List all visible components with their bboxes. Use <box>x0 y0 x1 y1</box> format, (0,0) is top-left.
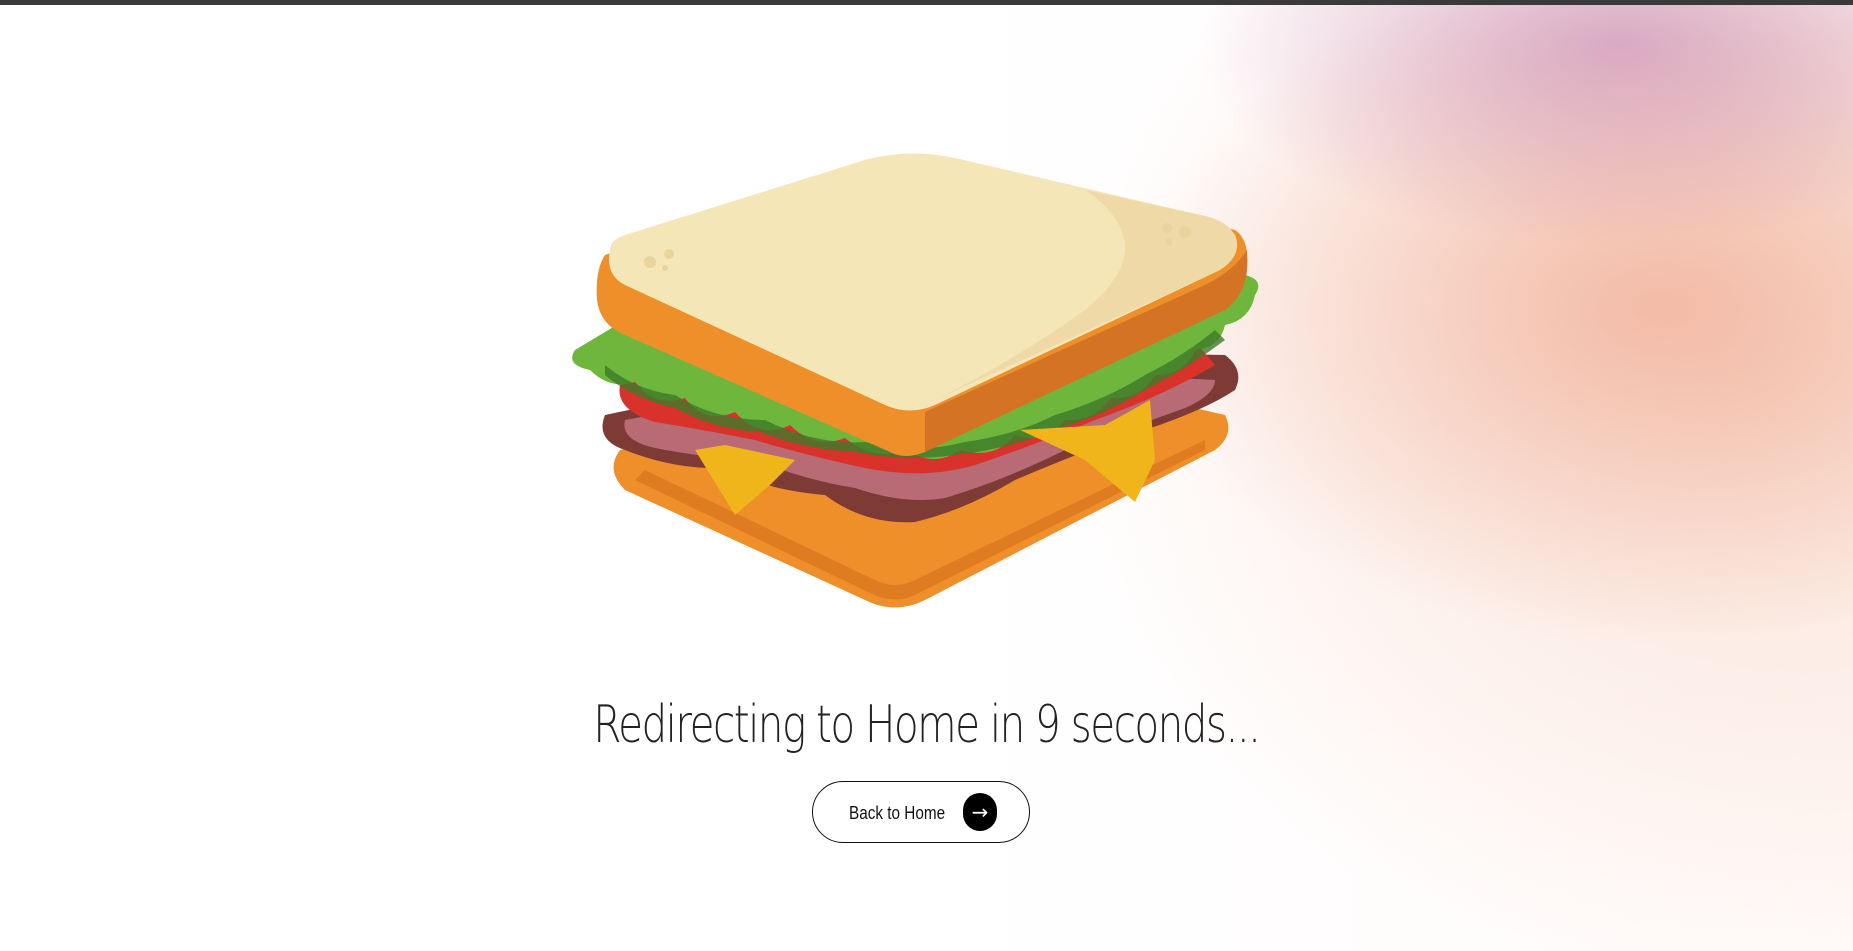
bread-pore <box>1162 223 1172 233</box>
bread-pore <box>662 265 668 271</box>
bread-pore <box>644 256 656 268</box>
sandwich-illustration <box>572 153 1259 608</box>
bread-pore <box>1165 238 1173 246</box>
redirect-countdown-message: Redirecting to Home in 9 seconds... <box>593 695 1261 755</box>
redirect-page: Redirecting to Home in 9 seconds... Back… <box>0 5 1853 951</box>
back-to-home-button[interactable]: Back to Home → <box>812 781 1030 843</box>
bread-pore <box>1179 226 1191 238</box>
back-to-home-label: Back to Home <box>849 803 946 823</box>
arrow-right-icon: → <box>963 793 997 831</box>
bread-pore <box>664 249 674 259</box>
